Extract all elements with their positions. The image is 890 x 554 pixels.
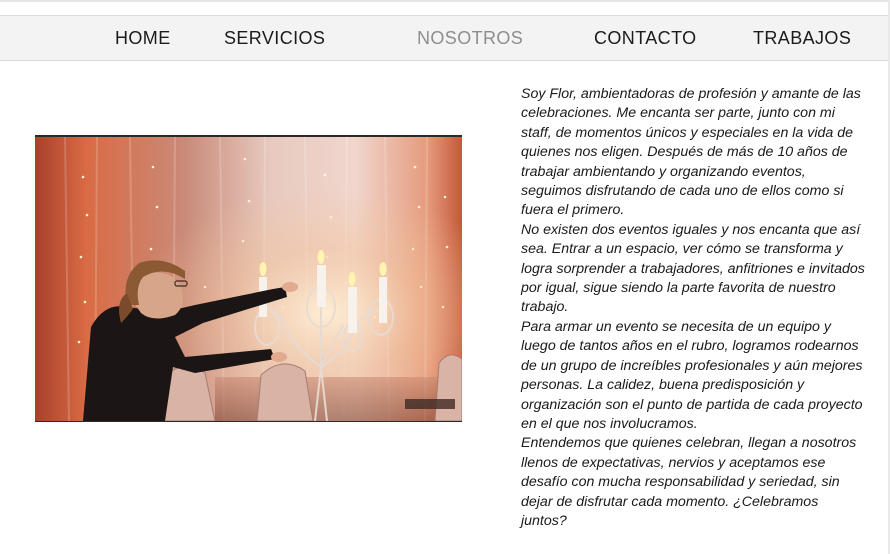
main-nav: HOME SERVICIOS NOSOTROS CONTACTO TRABAJO… [0,15,888,61]
about-paragraph: Soy Flor, ambientadoras de profesión y a… [521,86,861,219]
nav-trabajos[interactable]: TRABAJOS [753,27,851,49]
nav-servicios[interactable]: SERVICIOS [224,27,325,49]
about-photo [35,135,462,422]
about-text: Soy Flor, ambientadoras de profesión y a… [521,85,866,531]
nav-contacto[interactable]: CONTACTO [594,27,697,49]
about-paragraph: Para armar un evento se necesita de un e… [521,318,863,432]
candle-lighting-image [35,137,462,421]
about-paragraph: No existen dos eventos iguales y nos enc… [521,221,865,316]
nav-home[interactable]: HOME [115,27,171,49]
top-strip [0,0,890,2]
nav-nosotros[interactable]: NOSOTROS [417,27,523,49]
page: HOME SERVICIOS NOSOTROS CONTACTO TRABAJO… [0,0,890,554]
about-paragraph: Entendemos que quienes celebran, llegan … [521,435,857,529]
